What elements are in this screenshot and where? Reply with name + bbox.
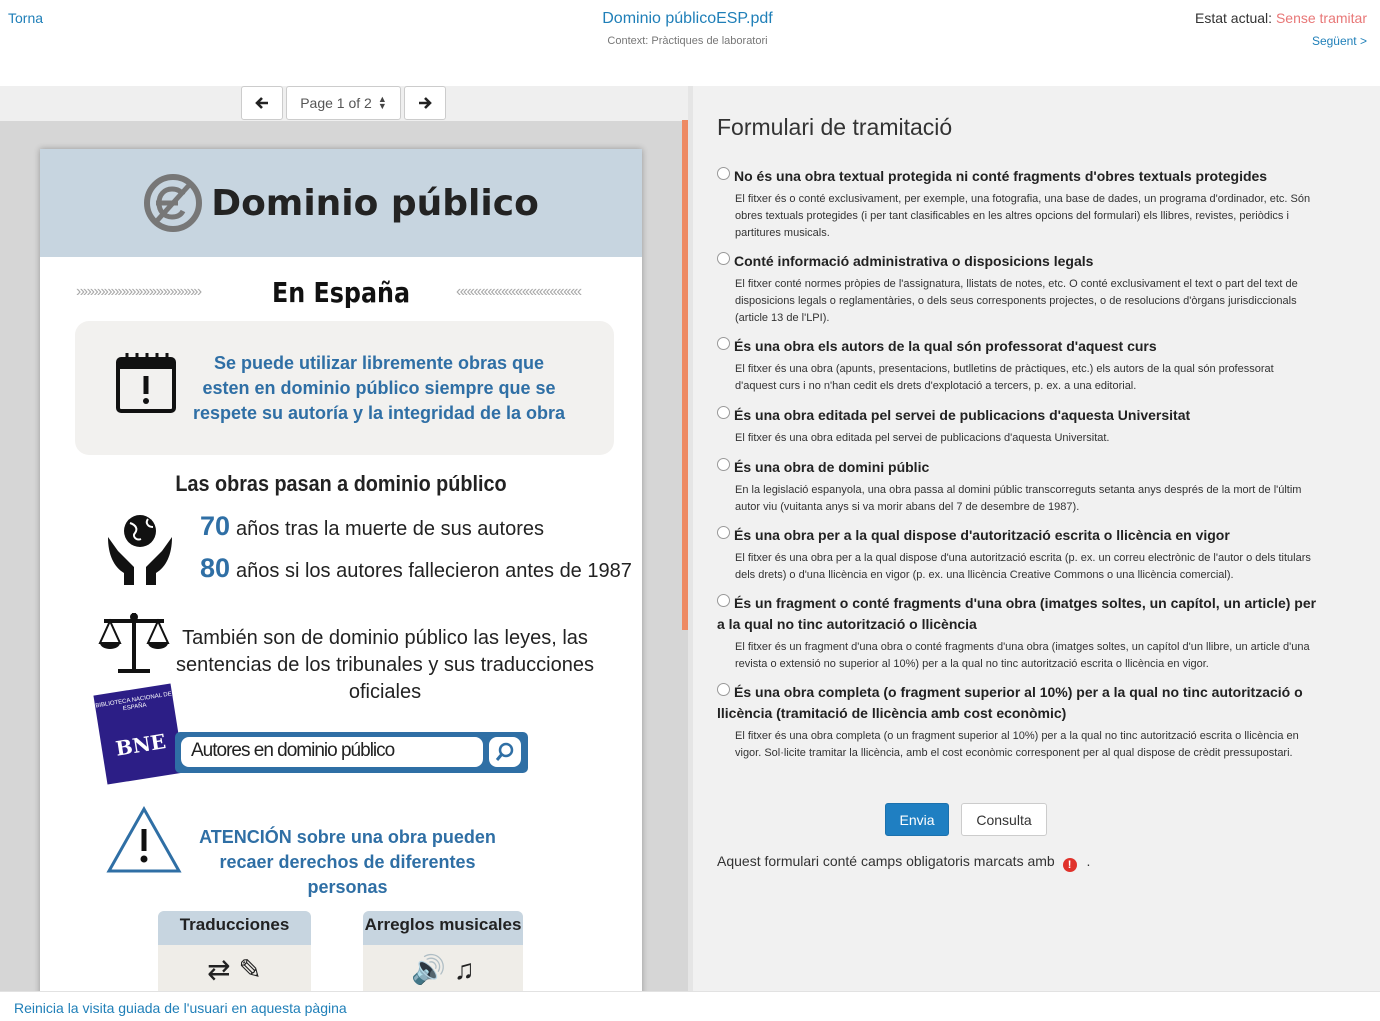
option-label[interactable]: És un fragment o conté fragments d'una o…: [717, 593, 1317, 635]
chevron-decoration-right: ««««««««««««««««««: [456, 283, 582, 300]
info-box: Se puede utilizar libremente obras que e…: [75, 321, 614, 455]
prev-page-button[interactable]: [241, 86, 283, 120]
option-professorat[interactable]: És una obra els autors de la qual són pr…: [717, 336, 1317, 395]
pdf-title: Dominio público: [211, 182, 539, 224]
bne-logo-text: BNE: [113, 729, 168, 761]
option-label[interactable]: Conté informació administrativa o dispos…: [717, 251, 1317, 272]
option-description: El fitxer és una obra completa (o un fra…: [735, 730, 1299, 759]
radio-button[interactable]: [717, 458, 730, 471]
atencion-text: ATENCIÓN sobre una obra pueden recaer de…: [199, 827, 496, 897]
year-line-70: 70 años tras la muerte de sus autores: [200, 511, 544, 542]
option-label[interactable]: És una obra de domini públic: [717, 457, 1317, 478]
option-description: En la legislació espanyola, una obra pas…: [735, 484, 1302, 513]
footer: Reinicia la visita guiada de l'usuari en…: [0, 991, 1380, 1021]
pager-toolbar: Page 1 of 2 ▲ ▼: [0, 86, 688, 121]
pdf-page: Dominio público »»»»»»»»»»»»»»»»»» En Es…: [40, 149, 642, 991]
public-domain-icon: [144, 174, 203, 232]
option-no-textual[interactable]: No és una obra textual protegida ni cont…: [717, 166, 1317, 242]
info-text: Se puede utilizar libremente obras que e…: [192, 353, 566, 423]
status-value: Sense tramitar: [1275, 10, 1367, 26]
option-label[interactable]: És una obra els autors de la qual són pr…: [717, 336, 1317, 357]
pdf-viewer: Page 1 of 2 ▲ ▼ Dominio público »»»»»»»»»…: [0, 86, 688, 991]
status-label: Estat actual:: [1195, 10, 1273, 26]
option-description: El fitxer és o conté exclusivament, per …: [735, 193, 1311, 239]
page-select[interactable]: Page 1 of 2 ▲ ▼: [286, 86, 401, 120]
translate-icon: ⇄ ✎: [207, 954, 262, 985]
form-title: Formulari de tramitació: [717, 114, 953, 140]
radio-button[interactable]: [717, 683, 730, 696]
consult-button[interactable]: Consulta: [961, 803, 1047, 836]
subtitle-row: »»»»»»»»»»»»»»»»»» En España «««««««««««…: [40, 273, 642, 313]
card-title: Arreglos musicales: [363, 911, 523, 945]
option-administrativa[interactable]: Conté informació administrativa o dispos…: [717, 251, 1317, 327]
bne-logo: BIBLIOTECA NACIONAL DE ESPAÑA BNE: [93, 683, 185, 785]
restart-tour-link[interactable]: Reinicia la visita guiada de l'usuari en…: [14, 1000, 347, 1016]
document-context: Context: Pràctiques de laboratori: [607, 35, 768, 47]
option-description: El fitxer és una obra (apunts, presentac…: [735, 363, 1274, 392]
calendar-warning-icon: [116, 353, 176, 413]
required-exclamation-icon: !: [1062, 858, 1077, 872]
radio-button[interactable]: [717, 526, 730, 539]
option-label[interactable]: És una obra completa (o fragment superio…: [717, 682, 1317, 724]
updown-icon: ▲ ▼: [377, 94, 387, 111]
radio-button[interactable]: [717, 594, 730, 607]
radio-button[interactable]: [717, 252, 730, 265]
radio-button[interactable]: [717, 406, 730, 419]
document-title: Dominio públicoESP.pdf: [602, 10, 773, 27]
pdf-header: Dominio público: [40, 149, 642, 257]
option-fragment[interactable]: És un fragment o conté fragments d'una o…: [717, 593, 1317, 673]
form-pane: Formulari de tramitació No és una obra t…: [693, 86, 1380, 991]
required-note: Aquest formulari conté camps obligatoris…: [717, 853, 1090, 872]
option-description: El fitxer és una obra editada pel servei…: [735, 432, 1110, 444]
bne-logo-small-text: BIBLIOTECA NACIONAL DE ESPAÑA: [95, 691, 173, 713]
required-note-end: .: [1086, 853, 1091, 869]
option-description: El fitxer conté normes pròpies de l'assi…: [735, 278, 1298, 324]
next-link[interactable]: Següent >: [1312, 34, 1367, 48]
warning-triangle-icon: [106, 805, 182, 873]
obras-heading: Las obras pasan a dominio público: [175, 471, 507, 496]
required-note-text: Aquest formulari conté camps obligatoris…: [717, 853, 1055, 869]
option-description: El fitxer és un fragment d'una obra o co…: [735, 641, 1310, 670]
status-indicator: Estat actual: Sense tramitar: [1195, 10, 1367, 26]
search-icon: [489, 737, 521, 767]
next-page-button[interactable]: [404, 86, 446, 120]
option-obra-completa[interactable]: És una obra completa (o fragment superio…: [717, 682, 1317, 762]
also-text: También son de dominio público las leyes…: [175, 627, 594, 703]
radio-button[interactable]: [717, 337, 730, 350]
arrow-left-icon: [255, 97, 268, 109]
year-text: años si los autores fallecieron antes de…: [236, 560, 632, 582]
search-graphic-text: Autores en dominio público: [181, 737, 483, 767]
search-graphic: Autores en dominio público: [175, 732, 528, 773]
card-traducciones: Traducciones ⇄ ✎: [158, 911, 311, 991]
option-autoritzacio[interactable]: És una obra per a la qual dispose d'auto…: [717, 525, 1317, 584]
card-title: Traducciones: [158, 911, 311, 945]
year-text: años tras la muerte de sus autores: [236, 518, 544, 540]
page-select-value: Page 1 of 2: [300, 95, 372, 111]
year-line-80: 80 años si los autores fallecieron antes …: [200, 553, 632, 584]
year-number: 70: [200, 511, 231, 541]
scroll-indicator[interactable]: [682, 120, 688, 630]
option-label[interactable]: És una obra editada pel servei de public…: [717, 405, 1317, 426]
radio-button[interactable]: [717, 167, 730, 180]
globe-hands-icon: [108, 515, 172, 585]
option-domini-public[interactable]: És una obra de domini públic En la legis…: [717, 457, 1317, 516]
option-label[interactable]: No és una obra textual protegida ni cont…: [717, 166, 1317, 187]
option-description: El fitxer és una obra per a la qual disp…: [735, 552, 1311, 581]
card-arreglos: Arreglos musicales 🔊 ♫: [363, 911, 523, 991]
option-label[interactable]: És una obra per a la qual dispose d'auto…: [717, 525, 1317, 546]
option-publicacions[interactable]: És una obra editada pel servei de public…: [717, 405, 1317, 447]
music-icon: 🔊 ♫: [411, 954, 475, 985]
top-bar: Torna Dominio públicoESP.pdf Context: Pr…: [0, 0, 1380, 86]
arrow-right-icon: [419, 97, 432, 109]
year-number: 80: [200, 553, 231, 583]
send-button[interactable]: Envia: [885, 803, 949, 836]
